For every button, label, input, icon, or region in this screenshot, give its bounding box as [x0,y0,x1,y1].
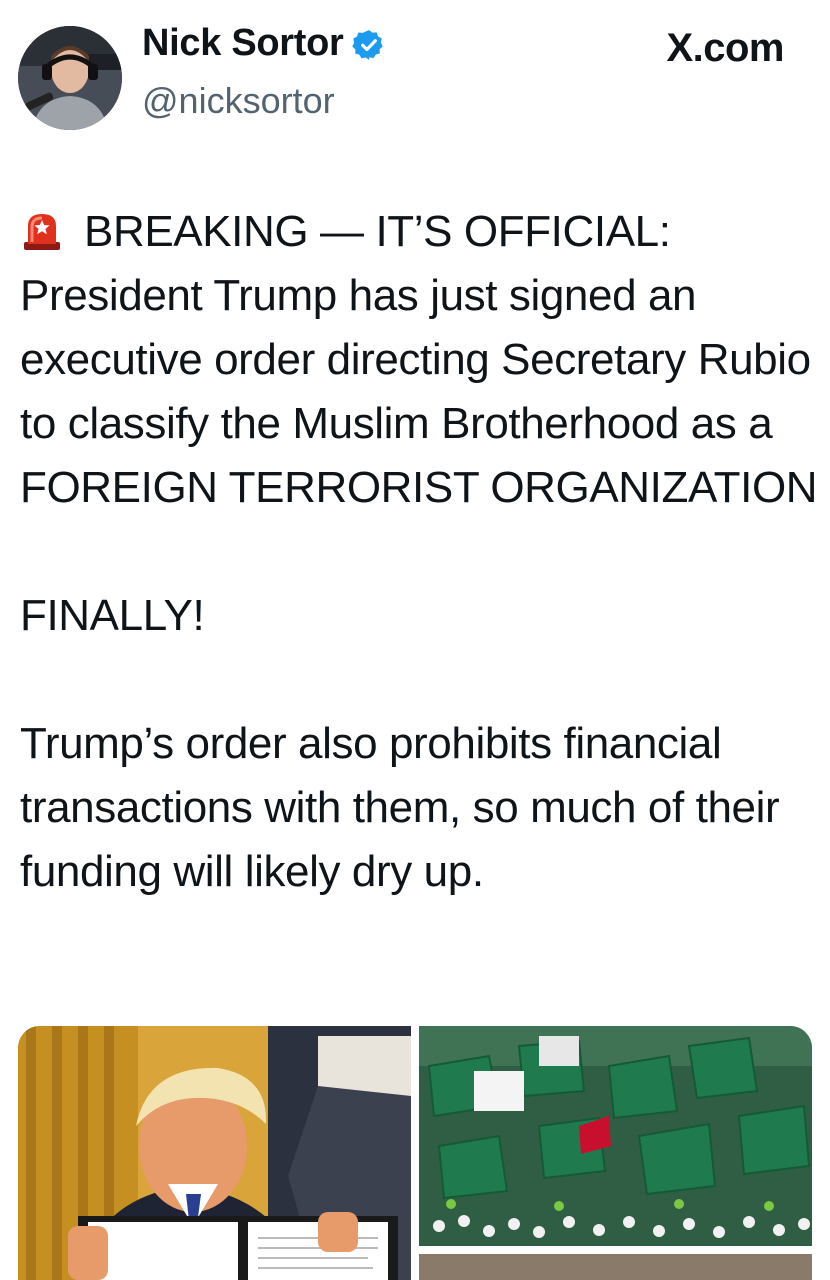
police-siren-icon [24,214,60,250]
author-avatar[interactable] [18,26,122,130]
author-handle[interactable]: @nicksortor [142,80,335,122]
verified-badge-icon [351,29,383,60]
tweet-paragraph-2: FINALLY! [20,591,205,640]
author-display-name[interactable]: Nick Sortor [142,22,344,65]
tweet-paragraph-1-text: BREAKING — IT’S OFFICIAL: President Trum… [20,207,818,512]
tweet-media-grid [18,1026,812,1280]
profile-photo [18,26,122,130]
tweet-text: BREAKING — IT’S OFFICIAL: President Trum… [20,200,820,904]
author-name-row[interactable]: Nick Sortor [142,22,386,65]
photo-signed-order[interactable] [18,1026,411,1280]
tweet-paragraph-1: BREAKING — IT’S OFFICIAL: President Trum… [20,200,820,520]
site-label: X.com [666,26,784,70]
photo-crowd-green-flags[interactable] [419,1026,812,1246]
photo-third[interactable] [419,1254,812,1280]
tweet-header: Nick Sortor @nicksortor X.com [0,0,830,150]
tweet-paragraph-3: Trump’s order also prohibits financial t… [20,719,780,896]
